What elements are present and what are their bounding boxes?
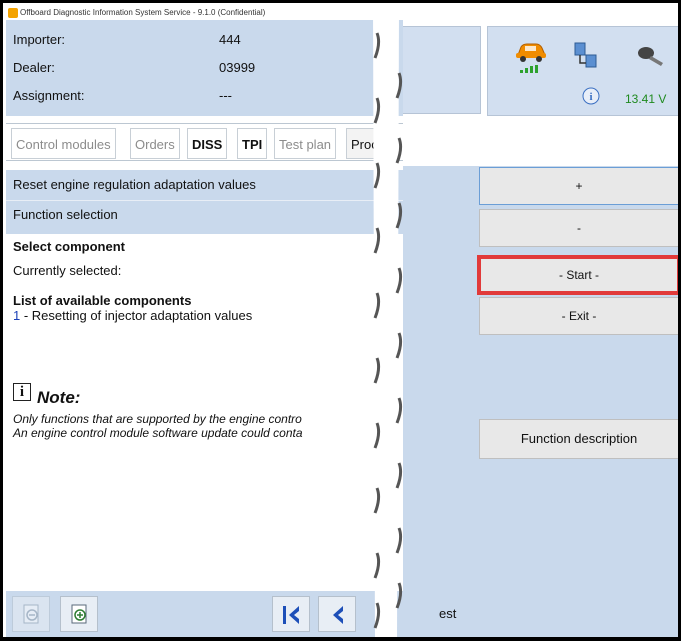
tab-test-plan[interactable]: Test plan [274, 128, 337, 159]
note-title: Note: [37, 388, 81, 407]
zoom-in-icon [71, 604, 87, 624]
info-icon[interactable]: i [582, 87, 600, 108]
first-page-icon [283, 606, 299, 624]
left-panel: Offboard Diagnostic Information System S… [3, 3, 403, 637]
minus-button[interactable]: - [479, 209, 678, 247]
tab-diss[interactable]: DISS [187, 128, 228, 159]
function-subtitle: Function selection [13, 207, 118, 222]
test-button-partial[interactable]: est [439, 606, 456, 621]
previous-page-button[interactable] [318, 596, 356, 632]
key-icon[interactable] [636, 45, 666, 70]
window-title: Offboard Diagnostic Information System S… [20, 8, 266, 17]
list-item-text: - Resetting of injector adaptation value… [20, 308, 253, 323]
note-line-1: Only functions that are supported by the… [13, 412, 302, 426]
list-item[interactable]: 1 - Resetting of injector adaptation val… [13, 308, 252, 323]
battery-voltage: 13.41 V [625, 92, 667, 106]
previous-page-icon [333, 606, 343, 624]
torn-edge [373, 3, 403, 637]
car-icon[interactable] [514, 41, 548, 73]
app-window: i 13.41 V + - - Start - - Exit - Functio… [0, 0, 681, 641]
dealer-value: 03999 [219, 60, 256, 75]
network-icon[interactable] [572, 41, 600, 74]
exit-button[interactable]: - Exit - [479, 297, 678, 335]
currently-selected-label: Currently selected: [13, 263, 122, 278]
note-icon: i [13, 383, 31, 401]
zoom-in-button[interactable] [60, 596, 98, 632]
assignment-value: --- [219, 88, 232, 103]
first-page-button[interactable] [272, 596, 310, 632]
tab-bar: Control modules Orders DISS TPI Test pla… [6, 123, 403, 161]
bottom-toolbar [6, 591, 403, 637]
svg-text:i: i [589, 91, 592, 103]
component-list-heading: List of available components [13, 293, 192, 308]
importer-value: 444 [219, 32, 241, 47]
dealer-info: Importer: 444 Dealer: 03999 Assignment: … [6, 20, 403, 116]
function-title: Reset engine regulation adaptation value… [13, 177, 256, 192]
zoom-out-button[interactable] [12, 596, 50, 632]
note-line-2: An engine control module software update… [13, 426, 303, 440]
start-button[interactable]: - Start - [479, 257, 678, 293]
plus-button[interactable]: + [479, 167, 678, 205]
tab-control-modules[interactable]: Control modules [11, 128, 116, 159]
zoom-out-icon [23, 604, 39, 624]
dealer-label: Dealer: [13, 60, 55, 75]
title-bar: Offboard Diagnostic Information System S… [6, 6, 403, 20]
function-header: Reset engine regulation adaptation value… [6, 170, 403, 234]
tab-orders[interactable]: Orders [130, 128, 180, 159]
assignment-label: Assignment: [13, 88, 85, 103]
select-component-heading: Select component [13, 239, 125, 254]
importer-label: Importer: [13, 32, 66, 47]
tab-tpi[interactable]: TPI [237, 128, 268, 159]
note-text: Only functions that are supported by the… [13, 412, 403, 440]
function-description-button[interactable]: Function description [479, 419, 678, 459]
app-icon [8, 8, 18, 18]
